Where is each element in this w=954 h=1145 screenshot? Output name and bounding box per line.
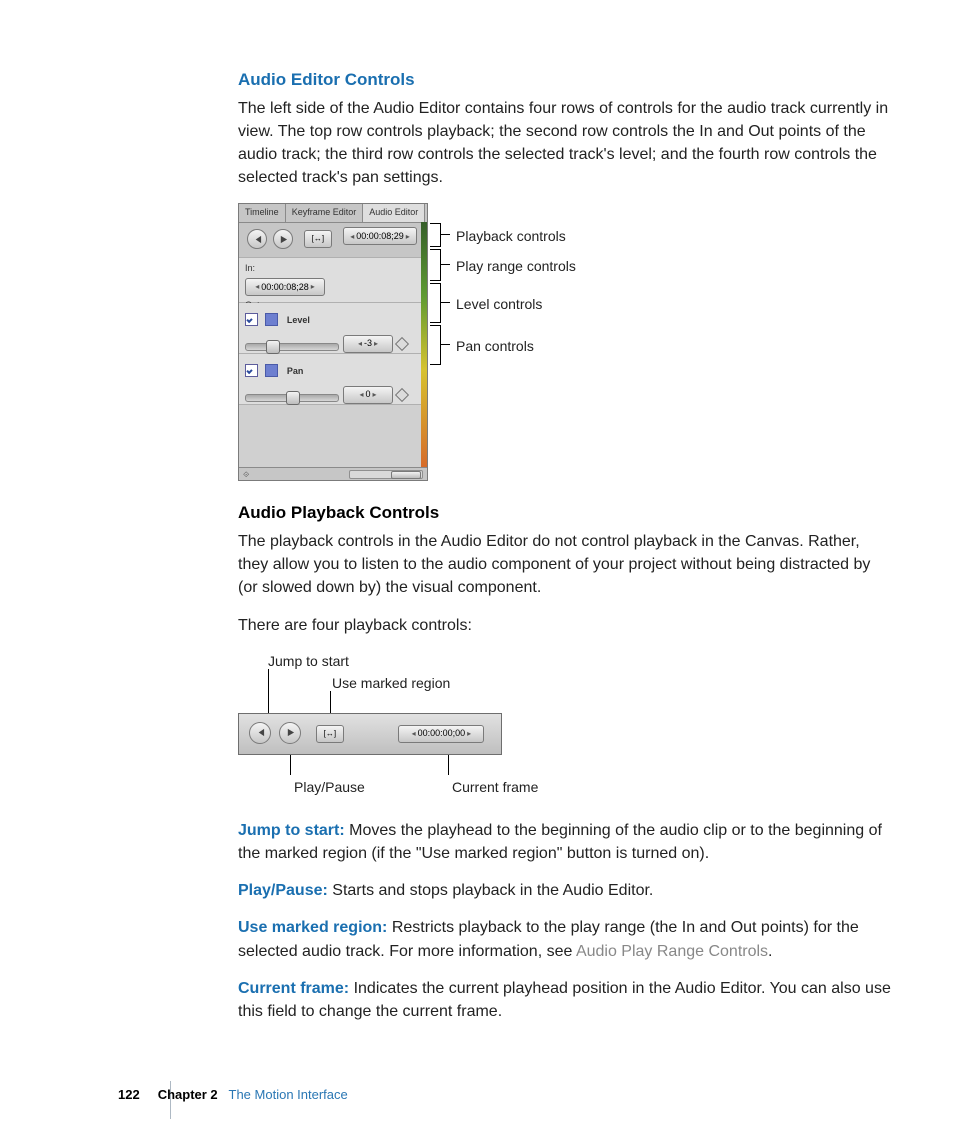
section-heading-1: Audio Editor Controls [238,68,894,93]
level-keyframe-icon[interactable] [395,337,409,351]
callout-level: Level controls [456,294,542,314]
timecode-current[interactable]: ◂00:00:08;29▸ [343,227,417,245]
label-current: Current frame [452,777,538,797]
jump-to-start-button[interactable] [249,722,271,744]
callout-range: Play range controls [456,256,576,276]
callout-pan: Pan controls [456,336,534,356]
play-button[interactable] [273,229,293,249]
callout-bracket [430,223,441,247]
page-footer: 122 Chapter 2 The Motion Interface [118,1086,348,1105]
pan-color-chip[interactable] [265,364,278,377]
section-heading-2: Audio Playback Controls [238,501,894,526]
term-region: Use marked region: [238,919,387,936]
level-value-field[interactable]: ◂-3▸ [343,335,393,353]
callout-lead [440,344,450,345]
chapter-label: Chapter 2 [158,1087,218,1102]
pan-checkbox[interactable] [245,364,258,377]
pan-value-field[interactable]: ◂0▸ [343,386,393,404]
tab-timeline[interactable]: Timeline [239,204,286,222]
callout-lead [440,302,450,303]
chapter-title: The Motion Interface [229,1087,348,1102]
level-color-chip[interactable] [265,313,278,326]
callout-bracket [430,283,441,323]
pan-slider[interactable] [245,394,339,402]
term-jump: Jump to start: [238,822,345,839]
paragraph-1: The left side of the Audio Editor contai… [238,97,894,190]
panel-tabs: Timeline Keyframe Editor Audio Editor [239,204,427,223]
in-label: In: [245,262,331,275]
play-pause-button[interactable] [279,722,301,744]
level-value: -3 [364,337,372,350]
term-current: Current frame: [238,980,349,997]
timecode-value: 00:00:00;00 [418,727,466,740]
playback-row: [↔] ◂00:00:08;29▸ [239,223,427,258]
timecode-field[interactable]: ◂00:00:00;00▸ [398,725,484,743]
callout-bracket [430,249,441,281]
label-play: Play/Pause [294,777,365,797]
def-current: Current frame: Indicates the current pla… [238,977,894,1023]
playback-toolbar: [↔] ◂00:00:00;00▸ [238,713,502,755]
level-label: Level [287,315,310,325]
in-out-row: In: ◂00:00:08;28▸ Out: ◂00:00:12;12▸ [239,258,427,303]
pan-keyframe-icon[interactable] [395,388,409,402]
scroll-thumb[interactable] [391,471,421,479]
callout-lead [440,264,450,265]
paragraph-3: There are four playback controls: [238,614,894,637]
figure-audio-editor: Timeline Keyframe Editor Audio Editor [↔… [238,203,668,481]
page-number: 122 [118,1086,140,1105]
pan-value: 0 [365,388,370,401]
tab-audio-editor[interactable]: Audio Editor [363,204,425,222]
audio-editor-panel: Timeline Keyframe Editor Audio Editor [↔… [238,203,428,481]
use-marked-region-button[interactable]: [↔] [304,230,332,248]
figure-playback-controls: Jump to start Use marked region [↔] ◂00:… [238,651,748,801]
tab-keyframe-editor[interactable]: Keyframe Editor [286,204,364,222]
timecode-current-value: 00:00:08;29 [356,230,404,243]
pan-row: Pan ◂0▸ [239,354,427,405]
def-play: Play/Pause: Starts and stops playback in… [238,879,894,902]
def-jump: Jump to start: Moves the playhead to the… [238,819,894,865]
text-region-b: . [768,943,772,960]
link-play-range-controls[interactable]: Audio Play Range Controls [576,943,768,960]
def-region: Use marked region: Restricts playback to… [238,916,894,962]
level-meter [421,222,427,468]
paragraph-2: The playback controls in the Audio Edito… [238,530,894,600]
level-checkbox[interactable] [245,313,258,326]
pan-label: Pan [287,366,304,376]
callout-bracket [430,325,441,365]
timecode-in[interactable]: ◂00:00:08;28▸ [245,278,325,296]
term-play: Play/Pause: [238,882,328,899]
level-row: Level ◂-3▸ [239,303,427,354]
callout-playback: Playback controls [456,226,566,246]
bottom-scrollbar: ⟐ [239,467,427,480]
disclosure-icon[interactable]: ⟐ [243,469,249,481]
level-slider[interactable] [245,343,339,351]
label-region: Use marked region [332,673,450,693]
timecode-in-value: 00:00:08;28 [261,281,309,294]
callout-lead [440,234,450,235]
jump-to-start-button[interactable] [247,229,267,249]
text-play: Starts and stops playback in the Audio E… [328,882,654,899]
label-jump: Jump to start [268,651,349,671]
use-marked-region-button[interactable]: [↔] [316,725,344,743]
